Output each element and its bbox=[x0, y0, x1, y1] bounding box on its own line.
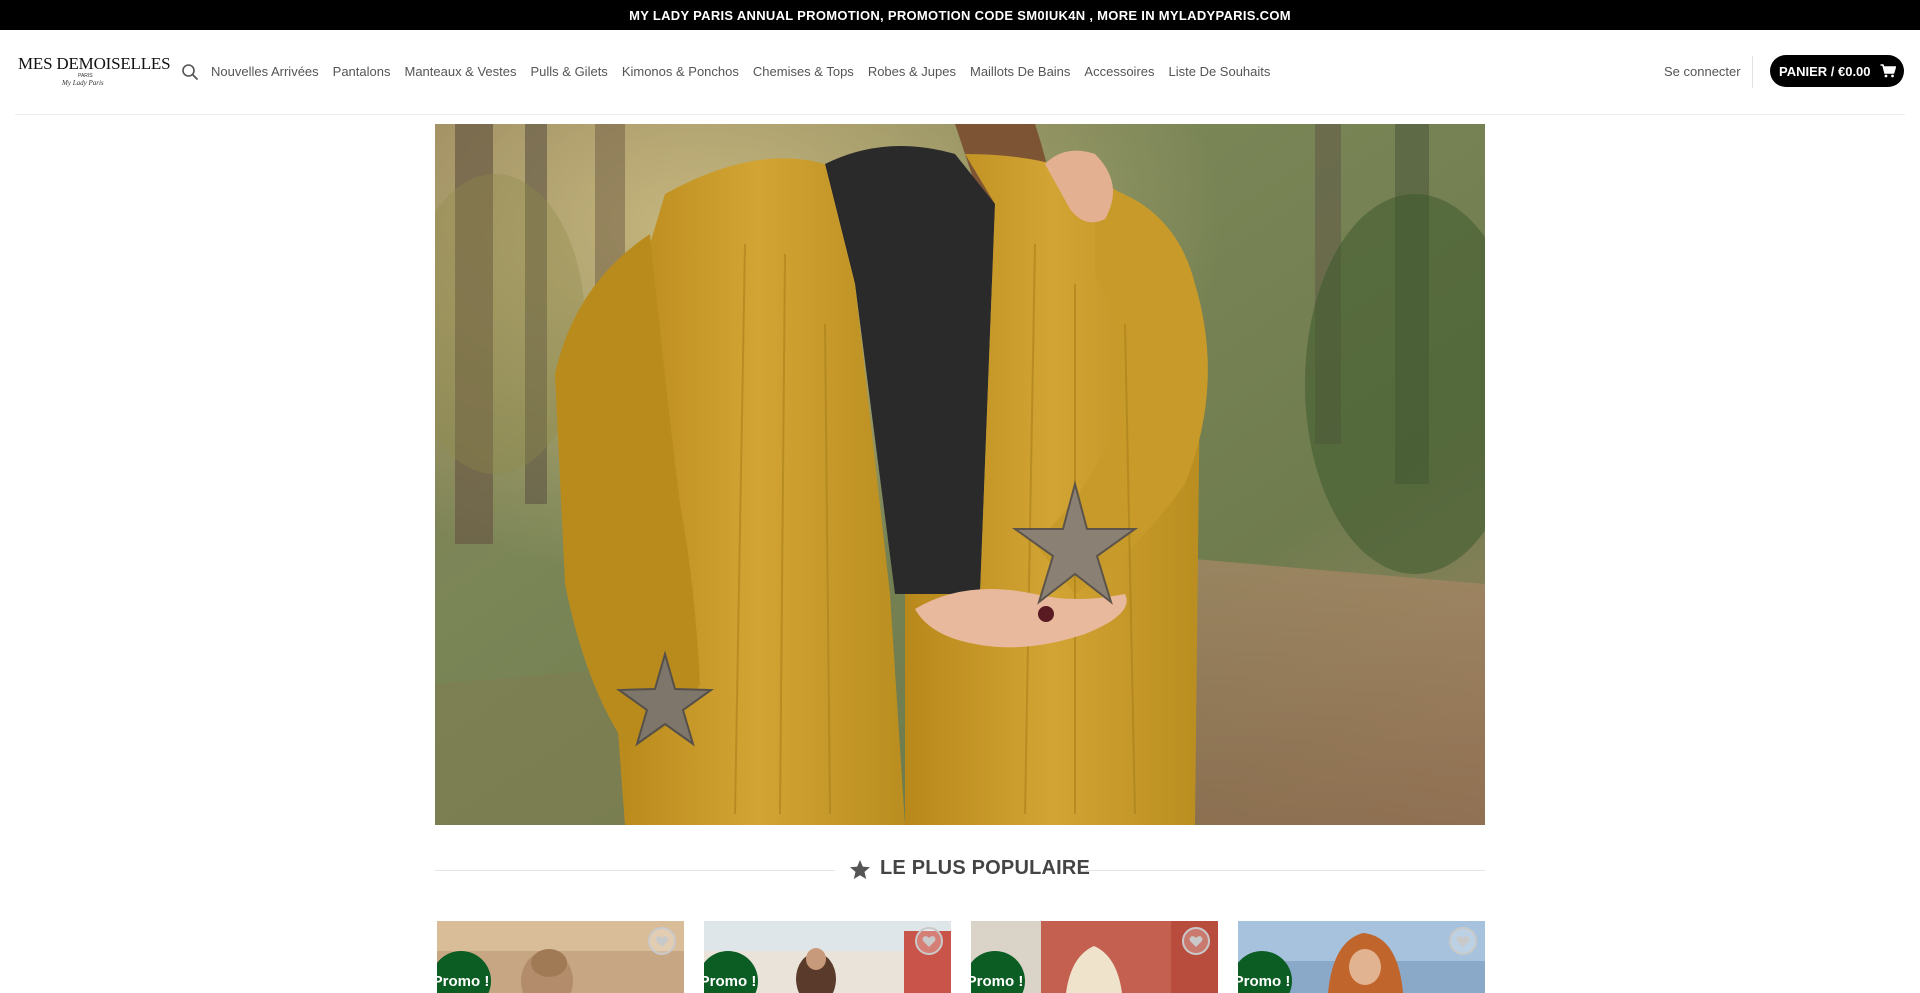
wishlist-button[interactable] bbox=[648, 927, 676, 955]
cart-icon bbox=[1880, 64, 1897, 78]
section-divider-left bbox=[435, 870, 835, 871]
search-icon[interactable] bbox=[181, 63, 199, 81]
header-border bbox=[15, 114, 1905, 115]
product-card[interactable]: Promo ! bbox=[704, 921, 951, 993]
header-divider bbox=[1752, 56, 1753, 88]
promo-badge-label: Promo ! bbox=[704, 972, 757, 990]
heart-icon bbox=[1456, 935, 1470, 947]
nav-item-pantalons[interactable]: Pantalons bbox=[333, 62, 391, 82]
section-title: LE PLUS POPULAIRE bbox=[880, 857, 1091, 879]
wishlist-button[interactable] bbox=[1449, 927, 1477, 955]
nav-item-maillots-de-bains[interactable]: Maillots De Bains bbox=[970, 62, 1070, 82]
wishlist-button[interactable] bbox=[1182, 927, 1210, 955]
nav-item-pulls-gilets[interactable]: Pulls & Gilets bbox=[531, 62, 608, 82]
product-card[interactable]: Promo ! bbox=[1238, 921, 1485, 993]
promo-badge-label: Promo ! bbox=[437, 972, 490, 990]
promo-bar-text: MY LADY PARIS ANNUAL PROMOTION, PROMOTIO… bbox=[629, 7, 1291, 23]
promo-badge-label: Promo ! bbox=[971, 972, 1024, 990]
nav-item-accessoires[interactable]: Accessoires bbox=[1084, 62, 1154, 82]
heart-icon bbox=[655, 935, 669, 947]
star-icon bbox=[849, 859, 871, 880]
nav-item-manteaux-vestes[interactable]: Manteaux & Vestes bbox=[404, 62, 516, 82]
nav-item-nouvelles-arrivees[interactable]: Nouvelles Arrivées bbox=[211, 62, 319, 82]
main-nav: Nouvelles Arrivées Pantalons Manteaux & … bbox=[211, 62, 1284, 82]
cart-label: PANIER / €0.00 bbox=[1779, 63, 1871, 79]
nav-item-robes-jupes[interactable]: Robes & Jupes bbox=[868, 62, 956, 82]
heart-icon bbox=[1189, 935, 1203, 947]
logo-main-text: MES DEMOISELLES bbox=[18, 54, 171, 73]
logo-sub-text: My Lady Paris bbox=[62, 79, 104, 87]
nav-item-kimonos-ponchos[interactable]: Kimonos & Ponchos bbox=[622, 62, 739, 82]
nav-item-chemises-tops[interactable]: Chemises & Tops bbox=[753, 62, 854, 82]
product-card[interactable]: Promo ! bbox=[971, 921, 1218, 993]
product-card[interactable]: Promo ! bbox=[437, 921, 684, 993]
section-divider-right bbox=[1085, 870, 1485, 871]
promo-bar: MY LADY PARIS ANNUAL PROMOTION, PROMOTIO… bbox=[0, 0, 1920, 30]
section-header: LE PLUS POPULAIRE bbox=[435, 855, 1485, 885]
hero-photo[interactable] bbox=[435, 124, 1485, 825]
product-grid: Promo ! Promo ! Promo ! Promo ! bbox=[437, 921, 1485, 993]
logo[interactable]: MES DEMOISELLES PARIS My Lady Paris bbox=[18, 54, 171, 93]
promo-badge-label: Promo ! bbox=[1238, 972, 1291, 990]
site-header: MES DEMOISELLES PARIS My Lady Paris Nouv… bbox=[0, 30, 1920, 114]
login-link[interactable]: Se connecter bbox=[1664, 62, 1741, 82]
wishlist-button[interactable] bbox=[915, 927, 943, 955]
cart-button[interactable]: PANIER / €0.00 bbox=[1770, 55, 1904, 87]
nav-item-liste-de-souhaits[interactable]: Liste De Souhaits bbox=[1169, 62, 1271, 82]
heart-icon bbox=[922, 935, 936, 947]
